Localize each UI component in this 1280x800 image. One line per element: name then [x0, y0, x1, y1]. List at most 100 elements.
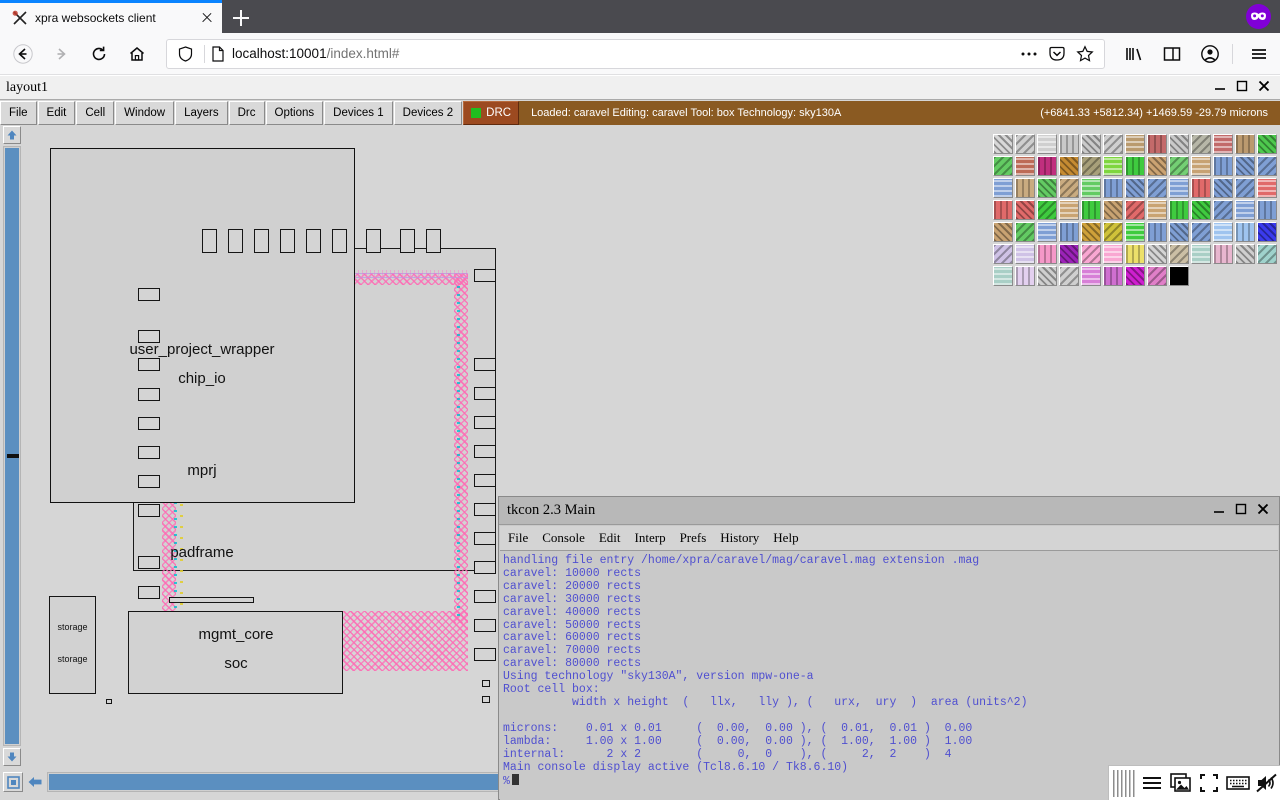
- drc-toggle-button[interactable]: DRC: [463, 101, 520, 125]
- vertical-scroll-trough[interactable]: [3, 146, 21, 746]
- layer-swatch[interactable]: [1169, 266, 1189, 286]
- layer-swatch[interactable]: [1103, 266, 1123, 286]
- layer-swatch[interactable]: [1037, 200, 1057, 220]
- layer-swatch[interactable]: [1125, 266, 1145, 286]
- layer-swatch[interactable]: [1059, 178, 1079, 198]
- io-pad-small[interactable]: [482, 680, 490, 687]
- io-pad[interactable]: [400, 229, 415, 253]
- layer-swatch[interactable]: [1059, 222, 1079, 242]
- new-tab-button[interactable]: [228, 5, 254, 31]
- tkcon-menu-help[interactable]: Help: [773, 530, 798, 546]
- layer-swatch[interactable]: [1191, 222, 1211, 242]
- layer-swatch[interactable]: [1103, 200, 1123, 220]
- layer-swatch[interactable]: [1257, 200, 1277, 220]
- menu-file[interactable]: File: [0, 101, 37, 125]
- io-pad[interactable]: [474, 619, 496, 632]
- io-pad[interactable]: [426, 229, 441, 253]
- layer-swatch[interactable]: [1257, 178, 1277, 198]
- menu-layers[interactable]: Layers: [175, 101, 228, 125]
- star-bookmark-icon[interactable]: [1072, 41, 1098, 67]
- layer-swatch[interactable]: [1191, 200, 1211, 220]
- library-icon[interactable]: [1117, 37, 1151, 71]
- sidebar-icon[interactable]: [1155, 37, 1189, 71]
- io-pad[interactable]: [474, 474, 496, 487]
- layer-swatch[interactable]: [1081, 156, 1101, 176]
- menu-edit[interactable]: Edit: [37, 101, 76, 125]
- layer-swatch[interactable]: [1235, 178, 1255, 198]
- layer-swatch[interactable]: [1147, 200, 1167, 220]
- layer-swatch[interactable]: [1235, 200, 1255, 220]
- layer-swatch[interactable]: [1147, 222, 1167, 242]
- vertical-scrollbar[interactable]: [3, 126, 21, 766]
- layer-swatch[interactable]: [993, 266, 1013, 286]
- layer-swatch[interactable]: [1015, 266, 1035, 286]
- layer-swatch[interactable]: [1081, 200, 1101, 220]
- layer-swatch[interactable]: [993, 156, 1013, 176]
- layer-swatch[interactable]: [1213, 156, 1233, 176]
- url-text[interactable]: localhost:10001/index.html#: [232, 46, 399, 61]
- layer-swatch[interactable]: [993, 222, 1013, 242]
- vertical-scroll-thumb[interactable]: [5, 148, 19, 744]
- io-pad[interactable]: [254, 229, 269, 253]
- io-pad[interactable]: [474, 269, 496, 282]
- layer-swatch[interactable]: [1081, 134, 1101, 154]
- close-button[interactable]: [1258, 79, 1270, 97]
- layer-swatch[interactable]: [1169, 222, 1189, 242]
- layer-swatch[interactable]: [1169, 134, 1189, 154]
- layer-swatch[interactable]: [1037, 156, 1057, 176]
- io-pad[interactable]: [474, 358, 496, 371]
- io-pad[interactable]: [138, 288, 160, 301]
- layer-swatch[interactable]: [1169, 156, 1189, 176]
- layer-swatch[interactable]: [1015, 244, 1035, 264]
- io-pad[interactable]: [366, 229, 381, 253]
- screenshot-image-icon[interactable]: [1168, 770, 1194, 796]
- layer-swatch[interactable]: [1213, 178, 1233, 198]
- pocket-icon[interactable]: [1044, 41, 1070, 67]
- io-pad[interactable]: [474, 590, 496, 603]
- layer-swatch[interactable]: [1037, 178, 1057, 198]
- io-pad[interactable]: [138, 388, 160, 401]
- scroll-up-arrow-icon[interactable]: [3, 126, 21, 144]
- layer-swatch[interactable]: [993, 134, 1013, 154]
- layer-swatch[interactable]: [1257, 244, 1277, 264]
- layer-swatch[interactable]: [1081, 244, 1101, 264]
- layer-swatch[interactable]: [1213, 244, 1233, 264]
- layer-swatch[interactable]: [1059, 266, 1079, 286]
- layer-swatch[interactable]: [1191, 178, 1211, 198]
- close-button[interactable]: [1257, 502, 1269, 520]
- volume-muted-icon[interactable]: [1254, 770, 1280, 796]
- layer-swatch[interactable]: [1235, 222, 1255, 242]
- io-pad[interactable]: [202, 229, 217, 253]
- tkcon-menu-edit[interactable]: Edit: [599, 530, 621, 546]
- layer-swatch[interactable]: [1015, 222, 1035, 242]
- io-pad[interactable]: [138, 446, 160, 459]
- reload-icon[interactable]: [82, 37, 116, 71]
- io-pad[interactable]: [474, 445, 496, 458]
- layer-swatch[interactable]: [1037, 134, 1057, 154]
- fullscreen-icon[interactable]: [1197, 770, 1223, 796]
- layer-swatch[interactable]: [1103, 156, 1123, 176]
- layer-swatch[interactable]: [993, 200, 1013, 220]
- ellipsis-icon[interactable]: [1016, 41, 1042, 67]
- layer-swatch[interactable]: [1235, 156, 1255, 176]
- layer-swatch[interactable]: [1081, 178, 1101, 198]
- tkcon-menu-console[interactable]: Console: [542, 530, 585, 546]
- layer-swatch[interactable]: [1147, 178, 1167, 198]
- layer-swatch[interactable]: [1213, 200, 1233, 220]
- layer-swatch[interactable]: [1015, 178, 1035, 198]
- io-pad[interactable]: [228, 229, 243, 253]
- browser-tab[interactable]: xpra websockets client: [0, 0, 222, 33]
- layer-swatch[interactable]: [1213, 222, 1233, 242]
- layer-swatch[interactable]: [1169, 178, 1189, 198]
- tracking-shield-icon[interactable]: [173, 45, 198, 62]
- layer-swatch[interactable]: [1059, 156, 1079, 176]
- drag-grip-icon[interactable]: [1113, 770, 1135, 797]
- layer-swatch[interactable]: [1147, 266, 1167, 286]
- io-pad[interactable]: [138, 504, 160, 517]
- maximize-button[interactable]: [1235, 502, 1247, 520]
- layer-swatch[interactable]: [1125, 222, 1145, 242]
- layer-swatch[interactable]: [1103, 222, 1123, 242]
- io-pad[interactable]: [474, 416, 496, 429]
- io-pad[interactable]: [306, 229, 321, 253]
- tkcon-output[interactable]: handling file entry /home/xpra/caravel/m…: [500, 552, 1278, 800]
